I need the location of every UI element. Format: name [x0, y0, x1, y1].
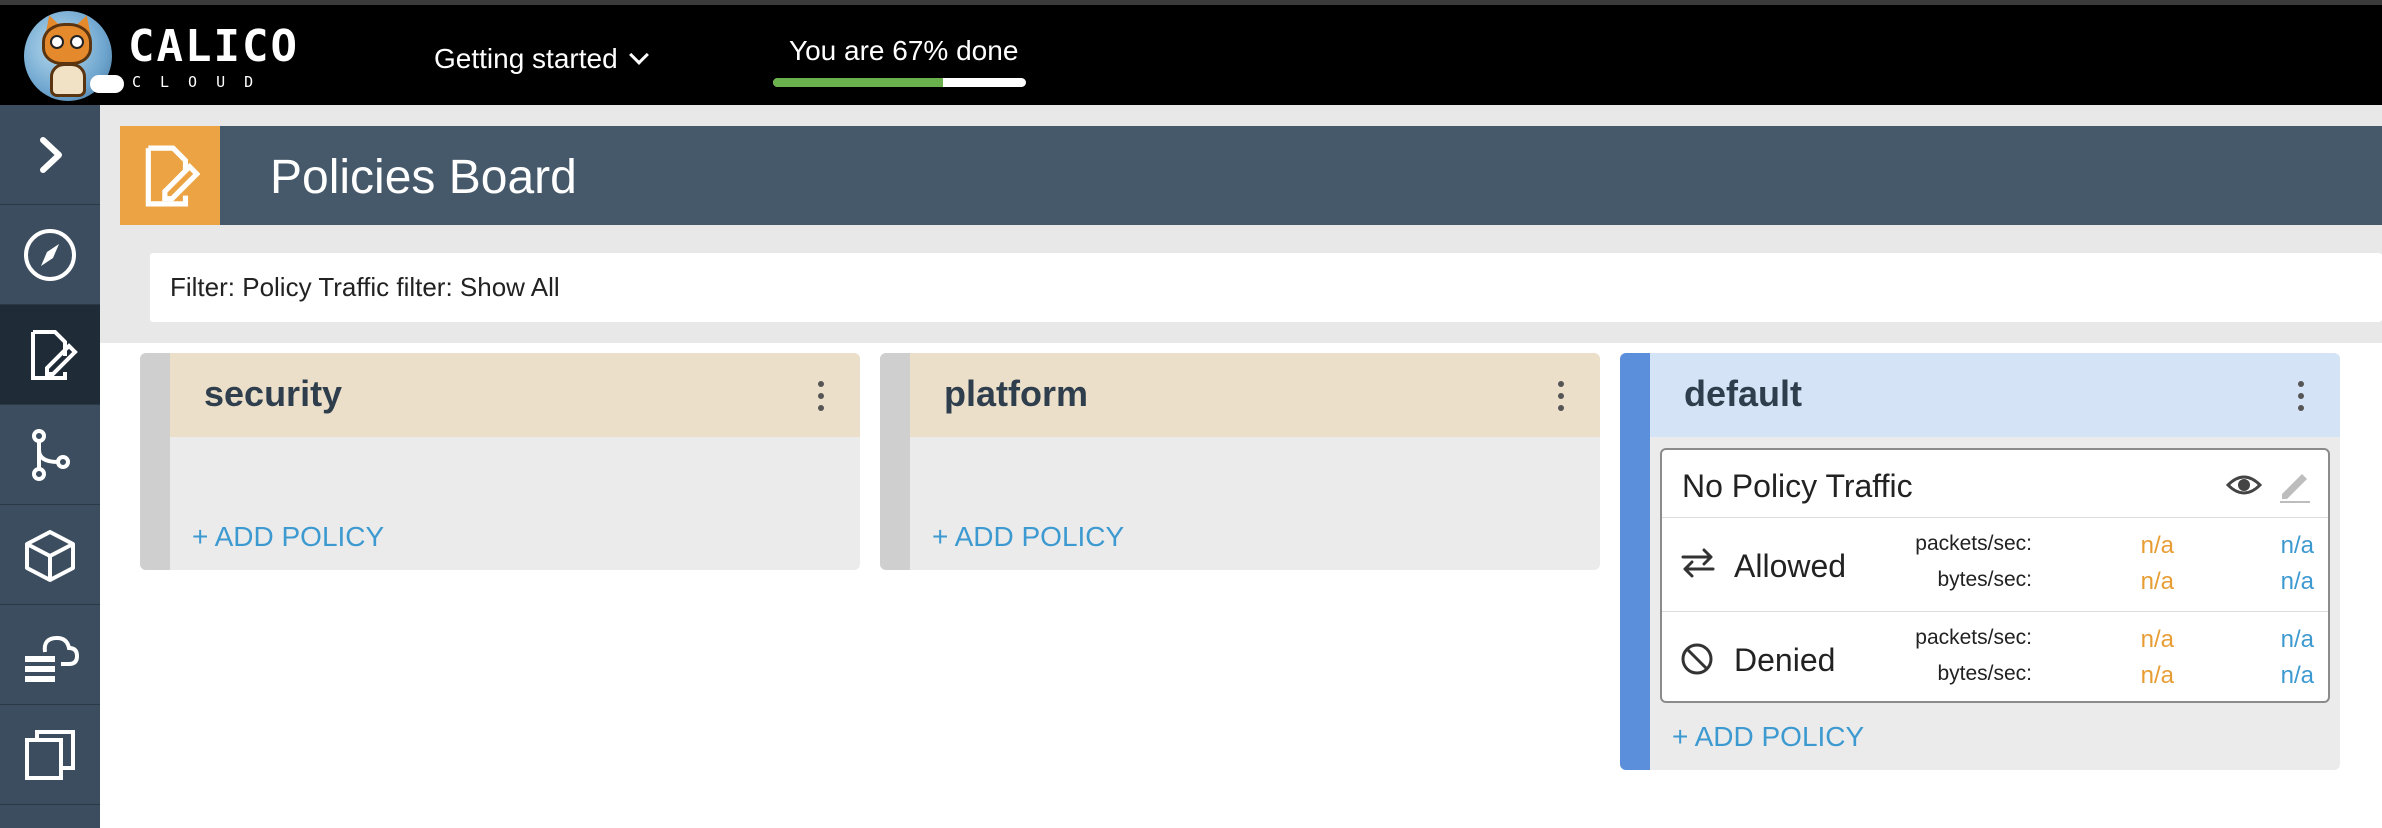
kebab-menu-icon[interactable]: [2298, 381, 2304, 411]
tier-title: security: [204, 373, 343, 414]
tier-title: platform: [944, 373, 1088, 414]
swap-arrows-icon: [1681, 548, 1715, 578]
graph-branch-icon: [32, 428, 70, 481]
page-header: Policies Board: [120, 126, 2382, 225]
filter-bar[interactable]: Filter: Policy Traffic filter: Show All: [150, 253, 2382, 322]
tier-column-platform: platform + ADD POLICY: [880, 353, 1600, 570]
kebab-menu-icon[interactable]: [818, 381, 824, 411]
tier-title: default: [1684, 373, 1803, 414]
metric-label: packets/sec:: [1915, 532, 2032, 555]
sidebar-item-managed-clusters[interactable]: [0, 605, 100, 705]
sidebar-item-dashboard[interactable]: [0, 205, 100, 305]
cloud-server-icon: [25, 635, 79, 682]
logo-cloud-icon: [90, 75, 124, 93]
logo-wordmark: CALICO: [128, 21, 299, 72]
metric-value: n/a: [2140, 626, 2174, 653]
metric-value: n/a: [2280, 568, 2314, 595]
metric-label: packets/sec:: [1915, 626, 2032, 649]
tier-drag-handle[interactable]: [1620, 353, 1650, 770]
policy-board-icon: [120, 126, 220, 225]
add-policy-button[interactable]: + ADD POLICY: [192, 521, 384, 553]
sidebar-expand-button[interactable]: [0, 105, 100, 205]
sidebar-item-endpoints[interactable]: [0, 505, 100, 605]
metric-value: n/a: [2140, 662, 2174, 689]
main-content: Policies Board Filter: Policy Traffic fi…: [100, 105, 2382, 828]
page-title: Policies Board: [270, 151, 577, 204]
getting-started-menu[interactable]: Getting started: [434, 43, 649, 75]
compass-icon: [24, 228, 76, 281]
metric-label: bytes/sec:: [1937, 568, 2032, 591]
sidebar-item-service-graph[interactable]: [0, 405, 100, 505]
traffic-label: Denied: [1734, 642, 1836, 678]
tier-header: default: [1650, 353, 2340, 437]
blocked-circle-icon: [1681, 643, 1713, 675]
kebab-menu-icon[interactable]: [1558, 381, 1564, 411]
add-policy-button[interactable]: + ADD POLICY: [1672, 721, 1864, 753]
tier-header: platform: [910, 353, 1600, 437]
logo-subtitle: CLOUD: [132, 73, 273, 91]
copy-icon: [25, 729, 75, 780]
tier-drag-handle[interactable]: [880, 353, 910, 570]
sidebar-item-copy[interactable]: [0, 705, 100, 805]
pencil-icon[interactable]: [2276, 468, 2312, 504]
chevron-right-icon: [40, 136, 62, 173]
metric-value: n/a: [2140, 532, 2174, 559]
traffic-row-denied: Denied packets/sec: n/a n/a bytes/sec: n…: [1662, 611, 2328, 704]
policy-board: security + ADD POLICY platform + ADD POL…: [100, 343, 2382, 828]
tier-header: security: [170, 353, 860, 437]
policy-card-title: No Policy Traffic: [1682, 468, 1913, 504]
policy-edit-icon: [31, 329, 78, 380]
progress-bar-fill: [773, 78, 943, 87]
eye-icon[interactable]: [2226, 472, 2262, 498]
add-policy-button[interactable]: + ADD POLICY: [932, 521, 1124, 553]
metric-value: n/a: [2280, 662, 2314, 689]
cube-icon: [25, 529, 75, 582]
metric-value: n/a: [2280, 532, 2314, 559]
sidebar-nav: [0, 105, 100, 828]
tier-column-default: default No Policy Traffic Allowed packet…: [1620, 353, 2340, 770]
traffic-label: Allowed: [1734, 548, 1847, 584]
traffic-row-allowed: Allowed packets/sec: n/a n/a bytes/sec: …: [1662, 517, 2328, 610]
top-bar: CALICO CLOUD Getting started You are 67%…: [0, 0, 2382, 105]
metric-value: n/a: [2140, 568, 2174, 595]
tier-column-security: security + ADD POLICY: [140, 353, 860, 570]
progress-bar: [773, 78, 1026, 87]
getting-started-label: Getting started: [434, 43, 618, 74]
filter-text: Filter: Policy Traffic filter: Show All: [170, 272, 560, 302]
metric-label: bytes/sec:: [1937, 662, 2032, 685]
tier-drag-handle[interactable]: [140, 353, 170, 570]
policy-card[interactable]: No Policy Traffic Allowed packets/sec: n…: [1660, 448, 2330, 703]
chevron-down-icon: [628, 45, 649, 65]
sidebar-item-policies[interactable]: [0, 305, 100, 405]
progress-text: You are 67% done: [789, 35, 1019, 66]
metric-value: n/a: [2280, 626, 2314, 653]
